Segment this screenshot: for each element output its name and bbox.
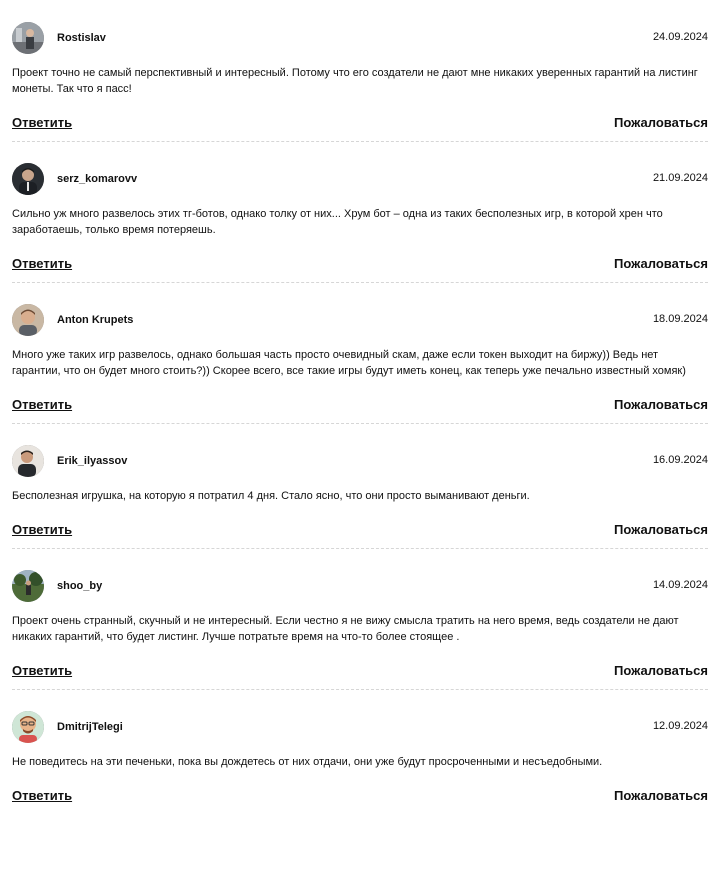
report-button[interactable]: Пожаловаться	[614, 397, 708, 412]
comment-username: DmitrijTelegi	[57, 721, 123, 733]
comment-header: shoo_by 14.09.2024	[12, 570, 708, 604]
user-photo-avatar-icon	[12, 304, 44, 336]
reply-button[interactable]: Ответить	[12, 522, 72, 537]
comment-username: serz_komarovv	[57, 173, 138, 185]
user-photo-avatar-icon	[12, 163, 44, 195]
comment-divider	[12, 282, 708, 283]
comment-actions: Ответить Пожаловаться	[12, 397, 708, 417]
comment-header: serz_komarovv 21.09.2024	[12, 163, 708, 197]
comment-username: shoo_by	[57, 580, 103, 592]
comment-date: 12.09.2024	[652, 720, 708, 732]
user-avatar[interactable]	[12, 22, 44, 54]
comment-date: 24.09.2024	[652, 31, 708, 43]
comment-actions: Ответить Пожаловаться	[12, 256, 708, 276]
comment-text: Много уже таких игр развелось, однако бо…	[12, 349, 686, 377]
cartoon-avatar-icon	[12, 711, 44, 743]
reply-button[interactable]: Ответить	[12, 663, 72, 678]
comment-username: Rostislav	[57, 32, 106, 44]
comment-divider	[12, 548, 708, 549]
reply-button[interactable]: Ответить	[12, 256, 72, 271]
comment-header: Erik_ilyassov 16.09.2024	[12, 445, 708, 479]
comment-text: Проект очень странный, скучный и не инте…	[12, 615, 679, 643]
comment-item: DmitrijTelegi 12.09.2024 Не поведитесь н…	[12, 711, 708, 808]
comment-divider	[12, 423, 708, 424]
comment-item: serz_komarovv 21.09.2024 Сильно уж много…	[12, 163, 708, 283]
comment-date: 16.09.2024	[652, 454, 708, 466]
report-button[interactable]: Пожаловаться	[614, 256, 708, 271]
comment-actions: Ответить Пожаловаться	[12, 788, 708, 808]
user-avatar[interactable]	[12, 711, 44, 743]
user-avatar[interactable]	[12, 304, 44, 336]
comment-text: Не поведитесь на эти печеньки, пока вы д…	[12, 756, 603, 768]
report-button[interactable]: Пожаловаться	[614, 115, 708, 130]
user-photo-avatar-icon	[12, 445, 44, 477]
comment-actions: Ответить Пожаловаться	[12, 522, 708, 542]
comment-header: Rostislav 24.09.2024	[12, 22, 708, 56]
comment-header: DmitrijTelegi 12.09.2024	[12, 711, 708, 745]
reply-button[interactable]: Ответить	[12, 788, 72, 803]
comment-divider	[12, 689, 708, 690]
comment-item: Anton Krupets 18.09.2024 Много уже таких…	[12, 304, 708, 424]
comment-username: Erik_ilyassov	[57, 455, 128, 467]
comment-item: Erik_ilyassov 16.09.2024 Бесполезная игр…	[12, 445, 708, 549]
user-photo-avatar-icon	[12, 570, 44, 602]
comment-date: 18.09.2024	[652, 313, 708, 325]
comment-text: Проект точно не самый перспективный и ин…	[12, 67, 698, 95]
report-button[interactable]: Пожаловаться	[614, 663, 708, 678]
reply-button[interactable]: Ответить	[12, 397, 72, 412]
comment-item: Rostislav 24.09.2024 Проект точно не сам…	[12, 22, 708, 142]
comment-actions: Ответить Пожаловаться	[12, 663, 708, 683]
comment-date: 14.09.2024	[652, 579, 708, 591]
report-button[interactable]: Пожаловаться	[614, 522, 708, 537]
user-avatar[interactable]	[12, 163, 44, 195]
comment-username: Anton Krupets	[57, 314, 134, 326]
user-avatar[interactable]	[12, 570, 44, 602]
reply-button[interactable]: Ответить	[12, 115, 72, 130]
comment-text: Бесполезная игрушка, на которую я потрат…	[12, 490, 530, 502]
comment-actions: Ответить Пожаловаться	[12, 115, 708, 135]
comment-header: Anton Krupets 18.09.2024	[12, 304, 708, 338]
comment-divider	[12, 141, 708, 142]
report-button[interactable]: Пожаловаться	[614, 788, 708, 803]
comments-list: Rostislav 24.09.2024 Проект точно не сам…	[12, 0, 708, 808]
user-avatar[interactable]	[12, 445, 44, 477]
comment-text: Сильно уж много развелось этих тг-ботов,…	[12, 208, 663, 236]
comment-date: 21.09.2024	[652, 172, 708, 184]
user-photo-avatar-icon	[12, 22, 44, 54]
comment-item: shoo_by 14.09.2024 Проект очень странный…	[12, 570, 708, 690]
